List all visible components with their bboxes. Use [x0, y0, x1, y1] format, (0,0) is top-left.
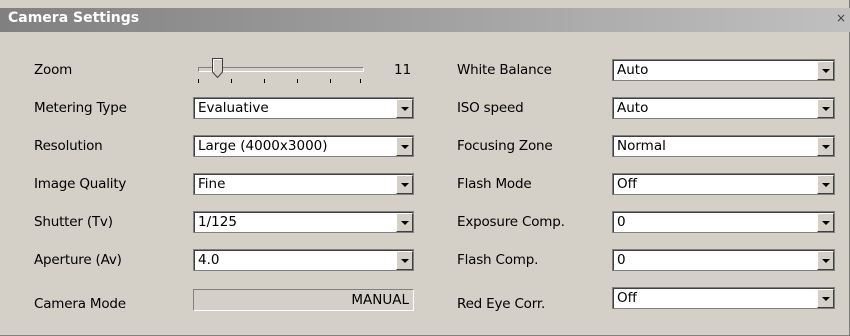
metering-type-value: Evaluative: [198, 100, 269, 116]
focusing-zone-select[interactable]: Normal: [612, 135, 835, 157]
chevron-down-icon[interactable]: [817, 213, 834, 232]
chevron-down-icon[interactable]: [817, 137, 834, 156]
chevron-down-icon[interactable]: [817, 61, 834, 80]
chevron-down-icon[interactable]: [396, 251, 413, 270]
flash-mode-select[interactable]: Off: [612, 173, 835, 195]
slider-tick: [297, 79, 298, 83]
metering-type-select[interactable]: Evaluative: [193, 97, 414, 119]
chevron-down-icon[interactable]: [396, 213, 413, 232]
exposure-comp-value: 0: [617, 214, 626, 230]
chevron-down-icon[interactable]: [396, 175, 413, 194]
iso-speed-select[interactable]: Auto: [612, 97, 835, 119]
iso-speed-value: Auto: [617, 100, 649, 116]
slider-tick: [360, 79, 361, 83]
chevron-down-icon[interactable]: [396, 99, 413, 118]
zoom-slider[interactable]: [196, 58, 366, 84]
zoom-value: 11: [394, 62, 412, 78]
image-quality-value: Fine: [198, 176, 226, 192]
focusing-zone-label: Focusing Zone: [457, 138, 553, 154]
white-balance-value: Auto: [617, 62, 649, 78]
red-eye-select[interactable]: Off: [612, 287, 835, 309]
slider-tick: [198, 79, 199, 83]
flash-comp-select[interactable]: 0: [612, 249, 835, 271]
camera-mode-display: MANUAL: [193, 289, 414, 311]
flash-mode-value: Off: [617, 176, 637, 192]
chevron-down-icon[interactable]: [817, 175, 834, 194]
resolution-label: Resolution: [34, 138, 103, 154]
image-quality-label: Image Quality: [34, 176, 127, 192]
shutter-select[interactable]: 1/125: [193, 211, 414, 233]
zoom-label: Zoom: [34, 62, 73, 78]
aperture-value: 4.0: [198, 252, 220, 268]
flash-comp-value: 0: [617, 252, 626, 268]
chevron-down-icon[interactable]: [396, 137, 413, 156]
resolution-value: Large (4000x3000): [198, 138, 328, 154]
focusing-zone-value: Normal: [617, 138, 666, 154]
resolution-select[interactable]: Large (4000x3000): [193, 135, 414, 157]
slider-thumb-icon[interactable]: [212, 58, 223, 78]
exposure-comp-label: Exposure Comp.: [457, 214, 565, 230]
title-bar[interactable]: Camera Settings ×: [0, 8, 850, 32]
metering-type-label: Metering Type: [34, 100, 127, 116]
white-balance-select[interactable]: Auto: [612, 59, 835, 81]
red-eye-value: Off: [617, 290, 637, 306]
red-eye-label: Red Eye Corr.: [457, 296, 546, 312]
close-icon[interactable]: ×: [834, 10, 848, 26]
camera-mode-label: Camera Mode: [34, 296, 126, 312]
chevron-down-icon[interactable]: [817, 289, 834, 308]
camera-settings-window: Camera Settings × Zoom 11 Metering Type …: [0, 0, 850, 336]
chevron-down-icon[interactable]: [817, 251, 834, 270]
window-title: Camera Settings: [8, 10, 140, 26]
white-balance-label: White Balance: [457, 62, 552, 78]
shutter-value: 1/125: [198, 214, 237, 230]
iso-speed-label: ISO speed: [457, 100, 524, 116]
aperture-label: Aperture (Av): [34, 252, 122, 268]
aperture-select[interactable]: 4.0: [193, 249, 414, 271]
slider-tick: [231, 79, 232, 83]
flash-mode-label: Flash Mode: [457, 176, 532, 192]
slider-tick: [264, 79, 265, 83]
chevron-down-icon[interactable]: [817, 99, 834, 118]
image-quality-select[interactable]: Fine: [193, 173, 414, 195]
exposure-comp-select[interactable]: 0: [612, 211, 835, 233]
slider-tick: [330, 79, 331, 83]
camera-mode-value: MANUAL: [351, 292, 409, 308]
flash-comp-label: Flash Comp.: [457, 252, 539, 268]
shutter-label: Shutter (Tv): [34, 214, 113, 230]
